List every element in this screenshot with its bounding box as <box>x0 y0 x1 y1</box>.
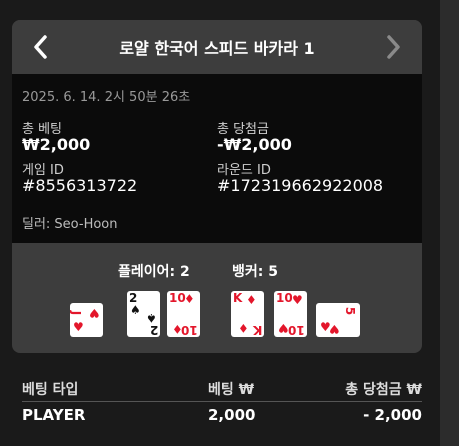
banker-card-1: K ♦ ♦ K <box>231 291 264 337</box>
player-card-2: 10 ♦ ♦ 10 <box>167 291 200 337</box>
game-title: 로얄 한국어 스피드 바카라 1 <box>119 39 315 58</box>
column-header-bet-amount: 베팅 ₩ <box>208 382 255 398</box>
chevron-left-icon[interactable] <box>30 33 52 61</box>
chevron-right-icon <box>387 35 400 59</box>
row-total-win: - 2,000 <box>363 406 422 424</box>
total-bet-value: ₩2,000 <box>22 135 91 154</box>
table-divider <box>22 401 422 402</box>
player-card-1: 2 ♠ ♠ 2 <box>127 291 160 337</box>
round-header: 로얄 한국어 스피드 바카라 1 <box>12 20 422 74</box>
player-score: 플레이어: 2 <box>118 264 190 280</box>
total-win-value: -₩2,000 <box>217 135 292 154</box>
dealer-name: 딜러: Seo-Hoon <box>22 217 118 232</box>
player-card-3: J ♥ ♥ <box>70 303 103 337</box>
round-info-panel: 2025. 6. 14. 2시 50분 26초 총 베팅 ₩2,000 총 당첨… <box>12 74 422 243</box>
row-bet-amount: 2,000 <box>208 406 256 424</box>
column-header-total-win: 총 당첨금 ₩ <box>345 382 422 398</box>
round-id-value: #172319662922008 <box>217 176 384 195</box>
round-datetime: 2025. 6. 14. 2시 50분 26초 <box>22 90 191 105</box>
row-bet-type: PLAYER <box>22 406 86 424</box>
scrollbar-track[interactable] <box>440 0 459 446</box>
banker-card-2: 10 ♥ ♥ 10 <box>274 291 307 337</box>
round-detail-card: 로얄 한국어 스피드 바카라 1 2025. 6. 14. 2시 50분 26초… <box>12 20 422 353</box>
banker-score: 뱅커: 5 <box>232 264 278 280</box>
column-header-bet-type: 베팅 타입 <box>22 382 79 398</box>
game-id-value: #8556313722 <box>22 176 138 195</box>
banker-card-3: 5 ♥ ♥ <box>316 303 360 337</box>
